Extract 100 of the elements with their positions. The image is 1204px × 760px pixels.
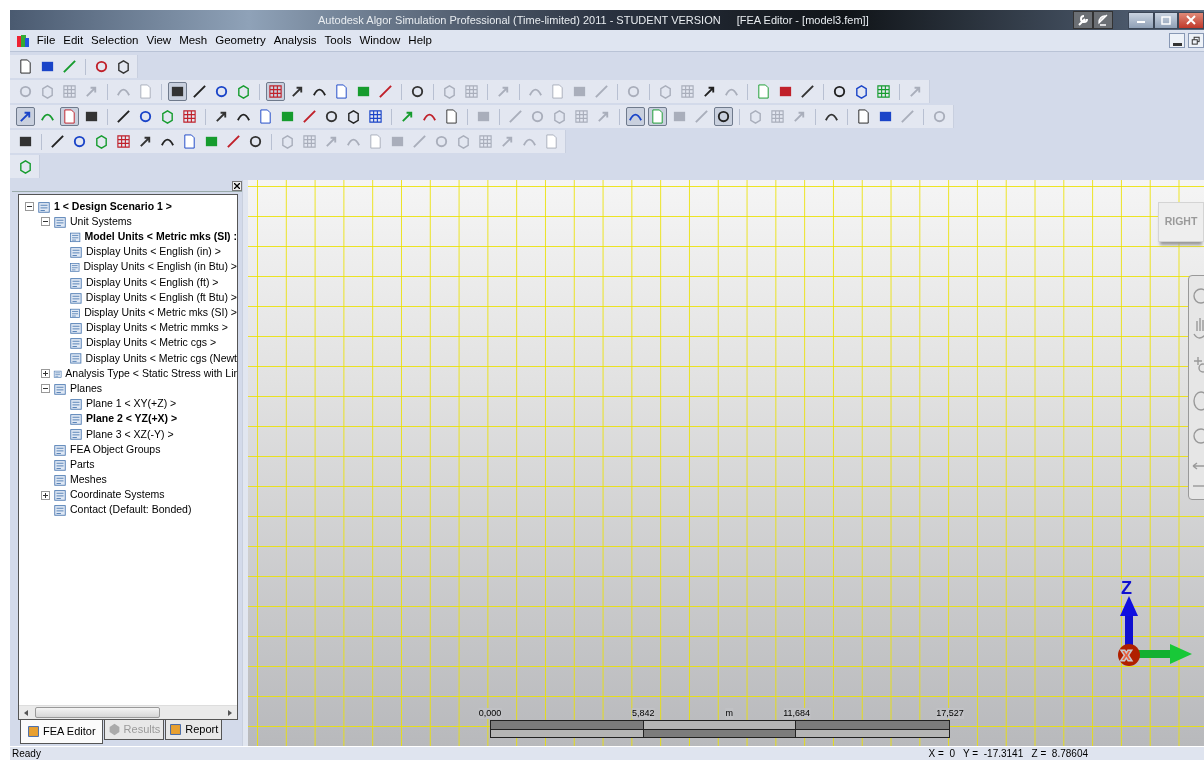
expand-toggle[interactable]: [41, 490, 50, 500]
menu-item[interactable]: File: [32, 31, 60, 50]
tab-icon: [107, 723, 121, 736]
tree-item[interactable]: FEA Object Groups: [70, 441, 161, 458]
restore-button[interactable]: [1188, 33, 1204, 48]
arrow-icon: [908, 84, 923, 99]
page-icon: [182, 134, 197, 149]
tree-item[interactable]: Display Units < English (ft) >: [86, 274, 219, 291]
square-icon: [18, 134, 33, 149]
tree-item[interactable]: Contact (Default: Bonded): [70, 502, 192, 519]
tree-node-icon: [53, 381, 67, 396]
tree-node-icon: [69, 336, 83, 351]
expand-toggle[interactable]: [25, 202, 34, 212]
coordinates-readout: X = 0 Y = -17.3141 Z = 8.78604: [928, 747, 1088, 760]
page-icon: [856, 109, 871, 124]
panel-tab[interactable]: Report: [165, 720, 223, 740]
square-icon: [204, 134, 219, 149]
close-button[interactable]: [1178, 11, 1204, 29]
satellite-button[interactable]: [1093, 11, 1113, 29]
tree-item[interactable]: Meshes: [70, 472, 107, 488]
grid-icon: [464, 84, 479, 99]
tree-item[interactable]: Display Units < English (in Btu) >: [83, 259, 237, 276]
arrow-icon: [290, 84, 305, 99]
tree-item[interactable]: Planes: [70, 380, 103, 397]
minimize-button[interactable]: [1169, 33, 1185, 48]
menu-item[interactable]: Help: [404, 31, 436, 50]
toolbar-button[interactable]: [168, 82, 187, 101]
expand-toggle[interactable]: [41, 384, 50, 394]
menu-item[interactable]: Edit: [59, 31, 88, 50]
maximize-button[interactable]: [1154, 11, 1178, 29]
tree-item[interactable]: Display Units < Metric cgs (Newt: [85, 350, 237, 367]
panel-tab[interactable]: FEA Editor: [20, 720, 103, 744]
expand-toggle[interactable]: [41, 217, 50, 227]
square-icon: [672, 109, 687, 124]
tree-item[interactable]: 1 < Design Scenario 1 >: [54, 198, 172, 215]
arrow-icon: [500, 134, 515, 149]
toolbar-button[interactable]: [366, 107, 385, 126]
circle-icon: [716, 109, 731, 124]
expand-toggle[interactable]: [41, 369, 50, 379]
circle-icon: [72, 134, 87, 149]
tree-node-icon: [69, 321, 83, 336]
toolbar-button[interactable]: [798, 82, 817, 101]
tree-item[interactable]: Parts: [70, 456, 95, 473]
page-icon: [334, 84, 349, 99]
tree-node-icon: [69, 229, 82, 244]
tree-item[interactable]: Plane 3 < XZ(-Y) >: [86, 426, 174, 443]
tree-item[interactable]: Model Units < Metric mks (SI) :: [84, 229, 237, 245]
menu-item[interactable]: Mesh: [175, 31, 212, 50]
menu-item[interactable]: Analysis: [269, 31, 321, 50]
line-icon: [302, 109, 317, 124]
circle-icon: [214, 84, 229, 99]
menu-item[interactable]: Geometry: [211, 31, 270, 50]
menu-item[interactable]: Tools: [320, 31, 356, 50]
tree-item[interactable]: Unit Systems: [70, 213, 132, 230]
tree-node-icon: [69, 351, 83, 366]
tree-node-icon: [69, 427, 83, 442]
tree-node-icon: [69, 412, 83, 427]
toolbar-button[interactable]: [48, 132, 67, 151]
tab-icon: [169, 723, 183, 736]
close-button[interactable]: [232, 180, 242, 191]
toolbar-button[interactable]: [714, 107, 733, 126]
menu-item[interactable]: View: [142, 31, 176, 50]
tree-item[interactable]: Display Units < Metric mmks >: [86, 320, 228, 336]
scroll-right-icon[interactable]: [228, 709, 232, 716]
page-icon: [62, 109, 77, 124]
app-icon[interactable]: [16, 33, 30, 48]
close-icon: [1186, 15, 1196, 25]
grid-icon: [116, 134, 131, 149]
tree-item[interactable]: Display Units < English (ft Btu) >: [85, 289, 237, 306]
circle-icon: [94, 59, 109, 74]
page-icon: [544, 134, 559, 149]
circle-icon: [138, 109, 153, 124]
circle-icon: [932, 109, 947, 124]
arrow-icon: [496, 84, 511, 99]
square-icon: [878, 109, 893, 124]
grid-icon: [574, 109, 589, 124]
square-icon: [280, 109, 295, 124]
tree-node-icon: [69, 397, 83, 412]
scroll-left-icon[interactable]: [24, 709, 28, 716]
horizontal-scrollbar[interactable]: [19, 705, 237, 719]
arrow-icon: [400, 109, 415, 124]
tree-item[interactable]: Display Units < English (in) >: [86, 244, 221, 261]
square-icon: [572, 84, 587, 99]
tree-item[interactable]: Plane 1 < XY(+Z) >: [86, 396, 177, 412]
tree-item[interactable]: Analysis Type < Static Stress with Lir: [65, 365, 237, 382]
toolbar-button[interactable]: [114, 107, 133, 126]
circle-icon: [530, 109, 545, 124]
square-icon: [390, 134, 405, 149]
tree-item[interactable]: Display Units < Metric cgs >: [86, 335, 217, 352]
toolbar-button[interactable]: [190, 82, 209, 101]
menu-item[interactable]: Selection: [87, 31, 143, 50]
minimize-button[interactable]: [1128, 11, 1154, 29]
tree-item[interactable]: Display Units < Metric mks (SI) >: [84, 305, 237, 321]
axis-label: X: [1122, 648, 1131, 663]
tree-item[interactable]: Plane 2 < YZ(+X) >: [86, 411, 178, 428]
menu-item[interactable]: Window: [355, 31, 405, 50]
arrow-icon: [792, 109, 807, 124]
wrench-button[interactable]: [1073, 11, 1093, 29]
grid-icon: [268, 84, 283, 99]
tree-item[interactable]: Coordinate Systems: [70, 487, 165, 504]
